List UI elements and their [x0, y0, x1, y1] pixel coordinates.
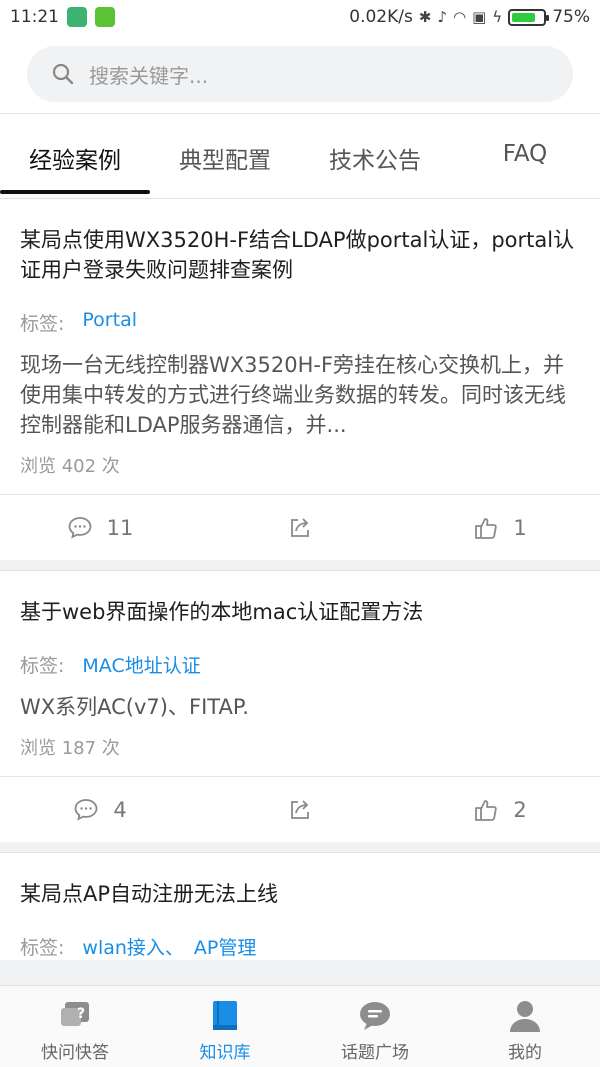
wifi-icon: ◠	[453, 8, 467, 26]
person-icon	[510, 1001, 540, 1032]
bluetooth-icon: ✱	[418, 8, 432, 26]
tags-label: 标签:	[20, 937, 65, 959]
chat-icon	[360, 1002, 390, 1030]
like-count: 2	[513, 797, 527, 822]
nav-label: 知识库	[199, 1043, 251, 1063]
comment-icon	[68, 516, 92, 539]
comment-button[interactable]: 4	[0, 797, 200, 823]
share-icon	[291, 799, 309, 819]
comment-icon	[74, 798, 98, 821]
search-bar: 搜索关键字...	[0, 34, 600, 114]
sim-icon: ▣	[472, 8, 487, 26]
nav-knowledge-base[interactable]: 知识库	[150, 986, 300, 1067]
app-notification-icon-2	[95, 7, 115, 27]
article-title[interactable]: 基于web界面操作的本地mac认证配置方法	[20, 571, 580, 627]
tab-typical-config[interactable]: 典型配置	[150, 114, 300, 198]
article-card[interactable]: 基于web界面操作的本地mac认证配置方法 标签: MAC地址认证 WX系列AC…	[0, 570, 600, 842]
article-summary: 现场一台无线控制器WX3520H-F旁挂在核心交换机上，并使用集中转发的方式进行…	[20, 353, 566, 437]
battery-percent: 75%	[552, 7, 590, 27]
tag-link[interactable]: AP管理	[194, 933, 256, 960]
thumbs-up-icon	[475, 799, 498, 821]
question-icon: ?	[61, 1002, 89, 1026]
like-count: 1	[513, 515, 527, 540]
tag-link[interactable]: MAC地址认证	[82, 651, 200, 678]
like-button[interactable]: 2	[400, 797, 600, 823]
view-count: 浏览 187 次	[20, 738, 120, 759]
comment-button[interactable]: 11	[0, 515, 200, 541]
nav-label: 快问快答	[41, 1043, 109, 1063]
app-notification-icon	[67, 7, 87, 27]
article-tags: 标签: MAC地址认证	[20, 651, 580, 678]
article-title[interactable]: 某局点AP自动注册无法上线	[20, 853, 580, 909]
tag-link[interactable]: wlan接入、	[82, 933, 184, 960]
comment-count: 11	[106, 515, 134, 540]
tab-cases[interactable]: 经验案例	[0, 114, 150, 198]
article-tags: 标签: Portal	[20, 309, 580, 336]
tags-label: 标签:	[20, 655, 65, 677]
nav-quick-qa[interactable]: ? 快问快答	[0, 986, 150, 1067]
search-placeholder: 搜索关键字...	[89, 63, 209, 88]
article-summary: WX系列AC(v7)、FITAP.	[20, 695, 249, 719]
share-button[interactable]	[200, 515, 400, 541]
svg-text:?: ?	[77, 1006, 85, 1022]
article-actions: 11 1	[0, 494, 600, 560]
nav-label: 我的	[508, 1043, 542, 1063]
article-tags: 标签: wlan接入、 AP管理	[20, 933, 580, 960]
article-actions: 4 2	[0, 776, 600, 842]
share-button[interactable]	[200, 797, 400, 823]
like-button[interactable]: 1	[400, 515, 600, 541]
share-icon	[291, 517, 309, 537]
status-time: 11:21	[10, 7, 59, 27]
tag-link[interactable]: Portal	[82, 309, 137, 336]
nav-label: 话题广场	[341, 1043, 409, 1063]
nav-profile[interactable]: 我的	[450, 986, 600, 1067]
article-card[interactable]: 某局点使用WX3520H-F结合LDAP做portal认证，portal认证用户…	[0, 198, 600, 560]
nav-topic-square[interactable]: 话题广场	[300, 986, 450, 1067]
status-bar: 11:21 0.02K/s ✱ ♪ ◠ ▣ ϟ 75%	[0, 0, 600, 34]
tab-tech-notice[interactable]: 技术公告	[300, 114, 450, 198]
book-icon	[213, 1001, 237, 1030]
search-icon	[52, 63, 74, 85]
net-speed: 0.02K/s	[349, 7, 413, 27]
battery-icon	[508, 8, 550, 26]
comment-count: 4	[113, 797, 127, 822]
mute-icon: ♪	[437, 8, 448, 26]
category-tabs: 经验案例 典型配置 技术公告 FAQ	[0, 114, 600, 198]
article-card[interactable]: 某局点AP自动注册无法上线 标签: wlan接入、 AP管理	[0, 852, 600, 960]
view-count: 浏览 402 次	[20, 456, 120, 477]
article-title[interactable]: 某局点使用WX3520H-F结合LDAP做portal认证，portal认证用户…	[20, 199, 580, 285]
tab-faq[interactable]: FAQ	[450, 114, 600, 198]
search-input[interactable]: 搜索关键字...	[27, 46, 573, 102]
tags-label: 标签:	[20, 313, 65, 335]
charging-icon: ϟ	[492, 8, 503, 26]
thumbs-up-icon	[475, 517, 498, 539]
bottom-nav: ? 快问快答 知识库 话题广场 我的	[0, 985, 600, 1067]
article-list[interactable]: 某局点使用WX3520H-F结合LDAP做portal认证，portal认证用户…	[0, 198, 600, 985]
